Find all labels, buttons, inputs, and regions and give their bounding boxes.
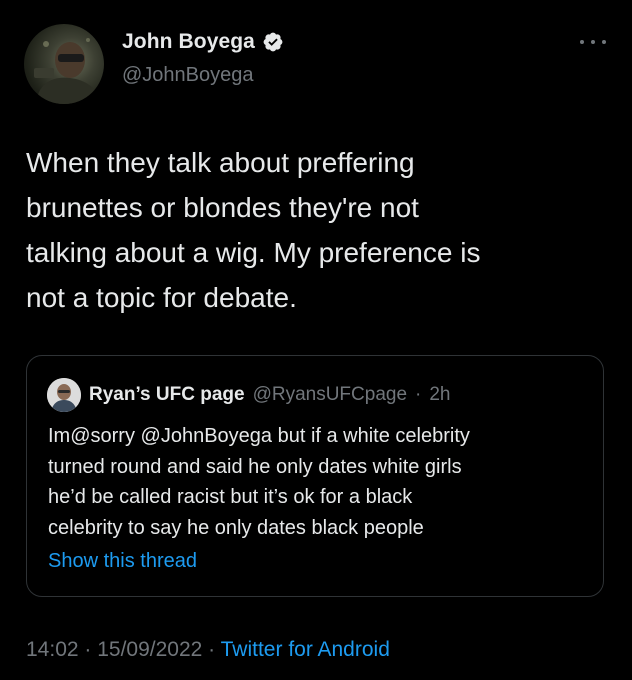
quoted-handle[interactable]: @RyansUFCpage bbox=[253, 384, 407, 406]
author-handle[interactable]: @JohnBoyega bbox=[122, 64, 254, 87]
tweet-text: When they talk about preffering brunette… bbox=[26, 147, 481, 313]
avatar-photo-icon bbox=[34, 38, 100, 104]
dot bbox=[580, 40, 584, 44]
quoted-separator: · bbox=[415, 384, 422, 405]
more-options-icon[interactable] bbox=[580, 32, 606, 52]
quoted-tweet-card[interactable]: Ryan’s UFC page @RyansUFCpage · 2h Im@so… bbox=[26, 355, 604, 597]
dot bbox=[591, 40, 595, 44]
quoted-avatar-photo-icon bbox=[47, 378, 81, 412]
meta-separator: · bbox=[78, 638, 98, 661]
author-name-row[interactable]: John Boyega bbox=[122, 30, 284, 54]
quoted-author-avatar[interactable] bbox=[47, 378, 81, 412]
show-thread-link[interactable]: Show this thread bbox=[48, 550, 197, 573]
dot bbox=[602, 40, 606, 44]
tweet-source-link[interactable]: Twitter for Android bbox=[221, 638, 390, 661]
tweet-metadata: 14:02 · 15/09/2022 · Twitter for Android bbox=[26, 638, 390, 662]
meta-separator: · bbox=[202, 638, 221, 661]
quoted-display-name[interactable]: Ryan’s UFC page bbox=[89, 384, 245, 406]
author-display-name[interactable]: John Boyega bbox=[122, 30, 255, 54]
quoted-timestamp[interactable]: 2h bbox=[429, 384, 450, 406]
quoted-tweet-text: Im@sorry @JohnBoyega but if a white cele… bbox=[48, 425, 470, 539]
verified-badge-icon bbox=[263, 32, 283, 52]
author-avatar[interactable] bbox=[24, 24, 104, 104]
tweet-date[interactable]: 15/09/2022 bbox=[97, 638, 202, 661]
quoted-tweet-header: Ryan’s UFC page @RyansUFCpage · 2h bbox=[47, 378, 451, 412]
tweet-time[interactable]: 14:02 bbox=[26, 638, 79, 661]
